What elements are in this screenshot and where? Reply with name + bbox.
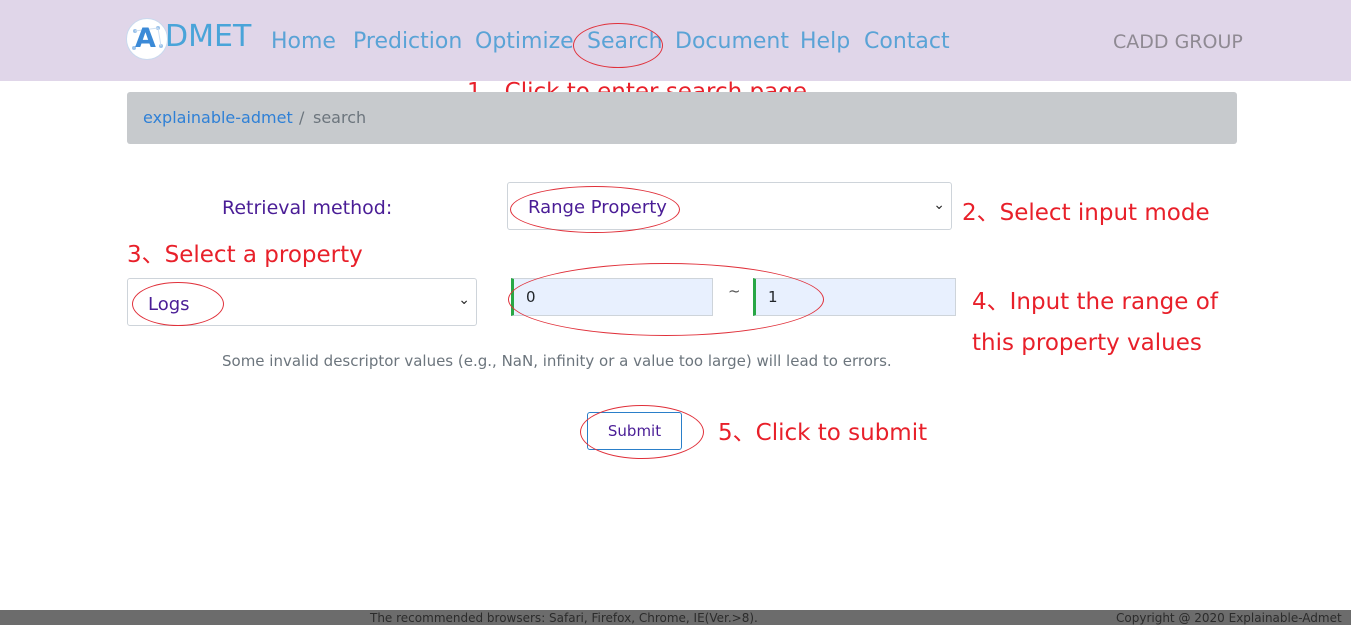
- logo-badge-letter: A: [135, 23, 156, 54]
- range-separator: ~: [728, 282, 741, 300]
- nav-link-optimize[interactable]: Optimize: [475, 28, 574, 56]
- retrieval-method-value: Range Property: [528, 197, 667, 218]
- footer-copyright: Copyright @ 2020 Explainable-Admet: [1116, 611, 1342, 625]
- nav-link-prediction[interactable]: Prediction: [353, 28, 462, 56]
- annotation-step3: 3、Select a property: [127, 242, 363, 268]
- top-navbar: A DMET Home Prediction Optimize Search D…: [0, 0, 1351, 81]
- breadcrumb-separator: /: [299, 108, 305, 127]
- submit-button[interactable]: Submit: [587, 412, 682, 450]
- logo-text: DMET: [165, 19, 252, 54]
- logo-badge-icon: A: [126, 18, 168, 60]
- property-value: Logs: [148, 294, 190, 315]
- brand-cadd-group: CADD GROUP: [1113, 31, 1243, 53]
- chevron-down-icon: ⌄: [458, 292, 470, 308]
- range-max-input[interactable]: 1: [753, 278, 956, 316]
- breadcrumb: explainable-admet / search: [127, 92, 1237, 144]
- retrieval-method-label: Retrieval method:: [222, 197, 393, 219]
- annotation-step5: 5、Click to submit: [718, 420, 928, 446]
- footer-browsers: The recommended browsers: Safari, Firefo…: [370, 611, 758, 625]
- footer: The recommended browsers: Safari, Firefo…: [0, 610, 1351, 625]
- range-min-input[interactable]: 0: [511, 278, 713, 316]
- nav-link-home[interactable]: Home: [271, 28, 336, 56]
- chevron-down-icon: ⌄: [933, 197, 945, 213]
- hint-text: Some invalid descriptor values (e.g., Na…: [222, 352, 892, 370]
- nav-link-help[interactable]: Help: [800, 28, 850, 56]
- property-select[interactable]: Logs ⌄: [127, 278, 477, 326]
- annotation-step4-line1: 4、Input the range of: [972, 289, 1218, 315]
- nav-link-document[interactable]: Document: [675, 28, 789, 56]
- nav-link-contact[interactable]: Contact: [864, 28, 950, 56]
- retrieval-method-select[interactable]: Range Property ⌄: [507, 182, 952, 230]
- breadcrumb-current: search: [313, 108, 367, 127]
- nav-link-search[interactable]: Search: [587, 28, 663, 56]
- breadcrumb-link-home[interactable]: explainable-admet: [143, 108, 293, 127]
- annotation-step4-line2: this property values: [972, 330, 1202, 356]
- annotation-step2: 2、Select input mode: [962, 200, 1210, 226]
